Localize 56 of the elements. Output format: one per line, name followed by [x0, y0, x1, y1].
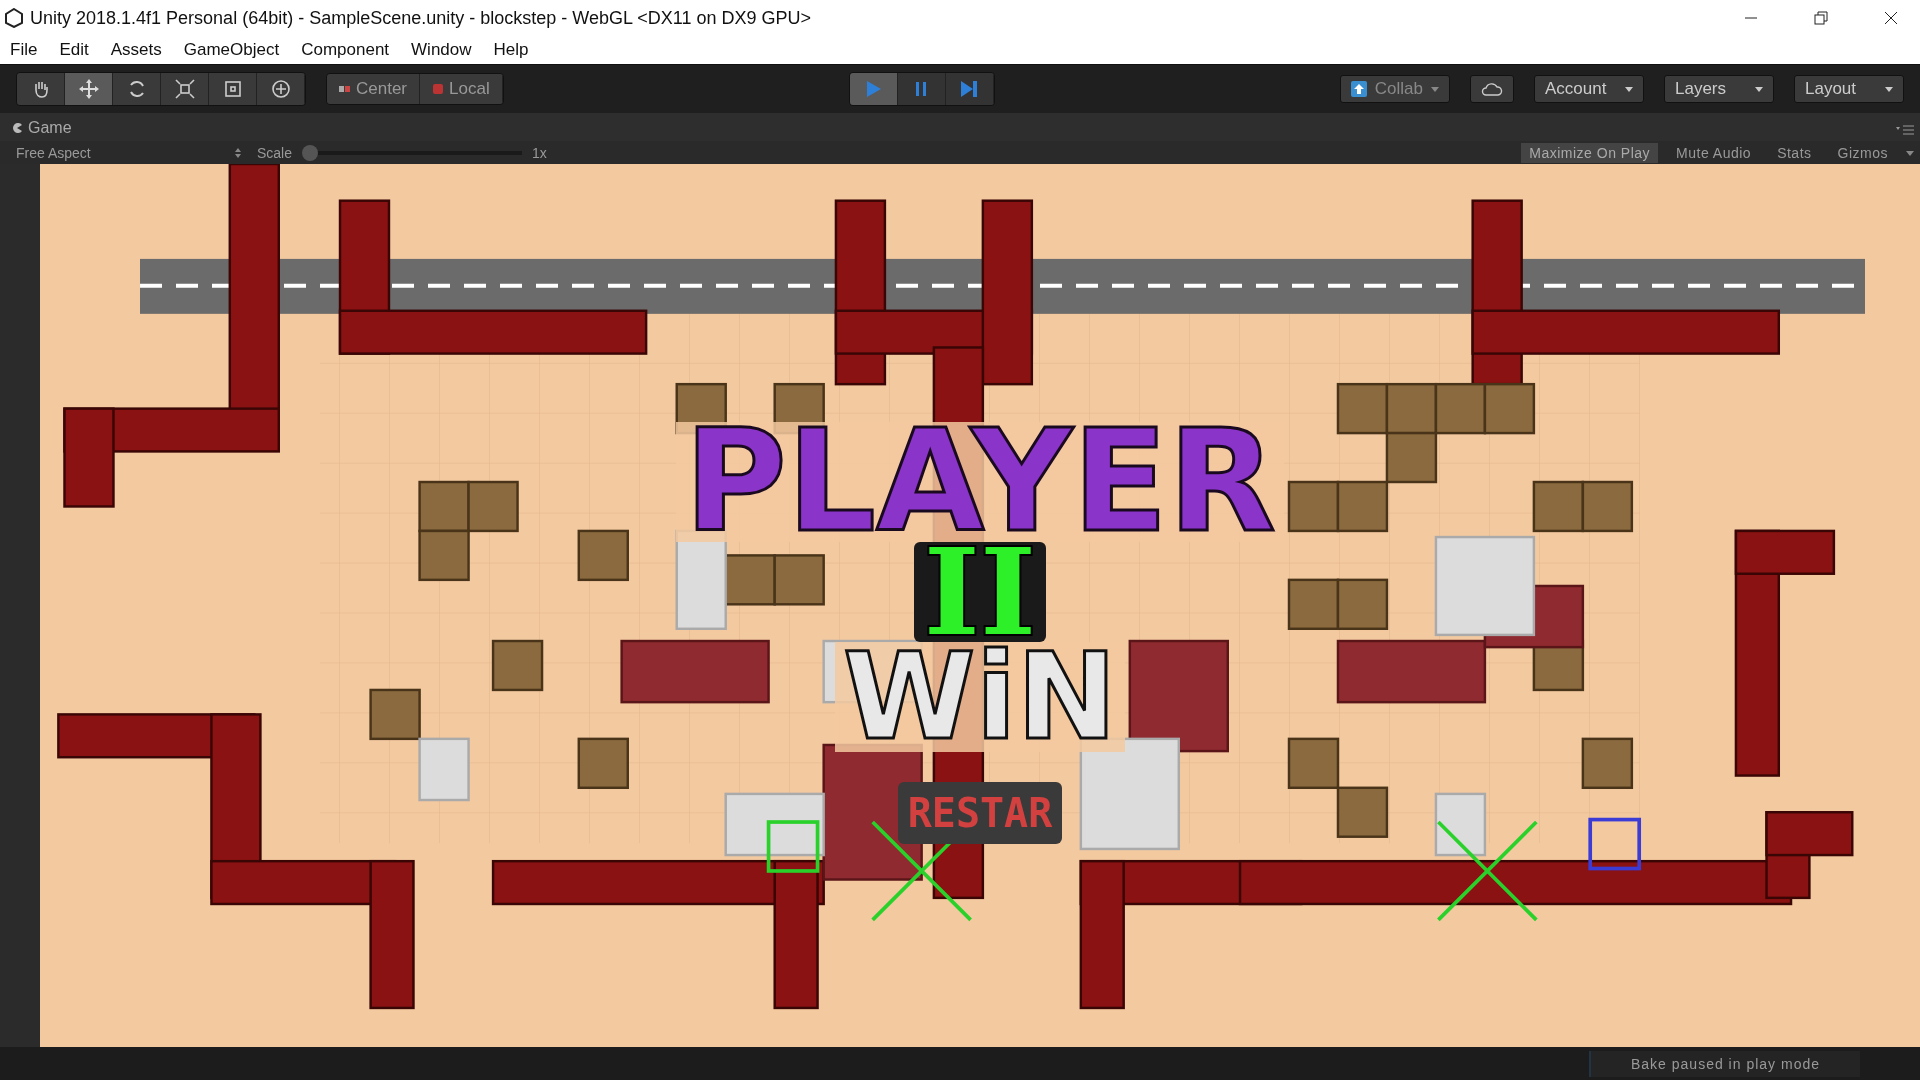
game-view-toggle[interactable]: Mute Audio — [1668, 142, 1760, 163]
pivot-center-button[interactable]: Center — [327, 74, 421, 104]
menu-item[interactable]: Help — [493, 40, 529, 60]
local-cube-icon — [432, 83, 445, 95]
game-view-toggle[interactable]: Maximize On Play — [1521, 142, 1659, 163]
slider-thumb[interactable] — [302, 144, 319, 161]
menu-item[interactable]: Component — [301, 40, 390, 60]
win-text: WiN — [835, 642, 1125, 752]
scale-slider[interactable] — [302, 144, 523, 161]
caret-icon — [1885, 86, 1893, 92]
scale-value: 1x — [532, 144, 547, 161]
layout-dropdown[interactable]: Layout — [1794, 75, 1904, 103]
player-heading: PLAYER — [676, 422, 1284, 542]
caret-icon — [1755, 86, 1763, 92]
caret-icon — [1625, 86, 1633, 92]
unity-logo-icon — [4, 8, 24, 28]
pivot-local-button[interactable]: Local — [420, 74, 503, 104]
cloud-icon — [1481, 82, 1503, 96]
move-tool-button[interactable] — [65, 73, 113, 105]
transform-icon — [269, 78, 292, 100]
play-button[interactable] — [849, 73, 898, 105]
tab-menu-icon[interactable] — [1896, 125, 1914, 135]
window-title: Unity 2018.1.4f1 Personal (64bit) - SampleScene.unity - blockstep - WebGL <DX11 on DX9 GPU> — [30, 7, 812, 29]
menu-item[interactable]: Assets — [110, 40, 162, 60]
move-arrows-icon — [77, 78, 100, 100]
close-icon[interactable] — [1884, 11, 1898, 25]
restore-icon[interactable] — [1814, 11, 1828, 25]
caret-icon — [1431, 86, 1439, 92]
scale-arrows-icon — [173, 78, 196, 100]
scale-label: Scale — [257, 144, 293, 161]
cloud-button[interactable] — [1470, 75, 1514, 103]
game-pacman-icon — [12, 123, 22, 133]
scale-tool-button[interactable] — [161, 73, 209, 105]
step-icon — [959, 79, 980, 99]
game-tab[interactable]: Game — [12, 119, 72, 141]
menu-item[interactable]: Edit — [59, 40, 89, 60]
aspect-dropdown[interactable]: Free Aspect — [16, 144, 247, 161]
layers-dropdown[interactable]: Layers — [1664, 75, 1774, 103]
pause-button[interactable] — [897, 73, 946, 105]
pivot-center-icon — [339, 84, 351, 94]
transform-tool-button[interactable] — [257, 73, 305, 105]
status-message: Bake paused in play mode — [1589, 1050, 1860, 1077]
game-view-toggle[interactable]: Stats — [1769, 142, 1820, 163]
updown-arrows-icon — [235, 147, 241, 158]
account-dropdown[interactable]: Account — [1534, 75, 1644, 103]
game-view-toggle[interactable]: Gizmos — [1829, 142, 1896, 163]
menu-item[interactable]: File — [10, 40, 38, 60]
game-viewport[interactable]: PLAYER II WiN RESTAR — [40, 164, 1920, 1047]
upload-arrow-icon — [1350, 81, 1367, 97]
step-button[interactable] — [945, 73, 994, 105]
menu-item[interactable]: GameObject — [183, 40, 280, 60]
rotate-tool-button[interactable] — [113, 73, 161, 105]
player-number: II — [913, 542, 1047, 642]
hand-tool-button[interactable] — [17, 73, 65, 105]
rect-tool-button[interactable] — [209, 73, 257, 105]
menu-item[interactable]: Window — [411, 40, 472, 60]
